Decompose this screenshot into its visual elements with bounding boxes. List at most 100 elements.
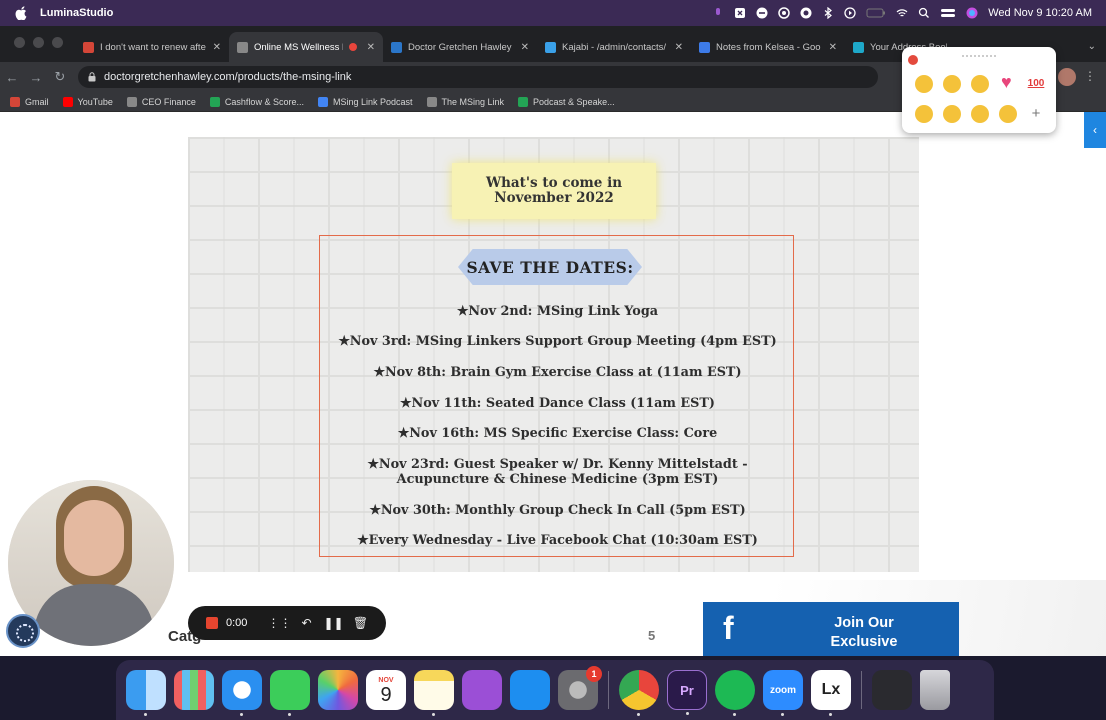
menu-bar: LuminaStudio Wed Nov 9 10:20 AM [0,0,1106,26]
thumbs-up-emoji-icon[interactable] [943,75,961,93]
undo-icon[interactable]: ↶ [293,616,320,630]
bookmark-msing-link[interactable]: The MSing Link [426,96,504,107]
bluetooth-icon[interactable] [822,7,834,19]
notes-app-icon[interactable] [414,670,454,716]
lock-icon[interactable] [88,72,96,82]
trash-icon[interactable]: 🗑 [347,616,374,630]
url-text[interactable]: doctorgretchenhawley.com/products/the-ms… [104,71,351,83]
finder-app-icon[interactable] [126,670,166,716]
bookmark-ceo-finance[interactable]: CEO Finance [126,96,196,107]
pause-icon[interactable]: ❚❚ [320,616,347,630]
close-tab-icon[interactable]: ✕ [521,42,529,53]
bookmark-cashflow[interactable]: Cashflow & Score... [209,96,304,107]
browser-tab[interactable]: Doctor Gretchen Hawley ✕ [383,32,537,62]
safari-app-icon[interactable] [222,670,262,716]
photos-app-icon[interactable] [318,670,358,710]
profile-avatar[interactable] [1058,68,1076,86]
save-dates-banner: SAVE THE DATES: [458,249,642,285]
lx-app-icon[interactable]: Lx [811,670,851,716]
spotify-app-icon[interactable] [715,670,755,716]
reload-icon[interactable]: ↻ [48,69,72,85]
dates-frame: SAVE THE DATES: ★Nov 2nd: MSing Link Yog… [319,235,794,557]
party-emoji-icon[interactable] [971,105,989,123]
messages-app-icon[interactable] [270,670,310,716]
browser-tab[interactable]: Kajabi - /admin/contacts/ ✕ [537,32,691,62]
browser-tab-active[interactable]: Online MS Wellness F ✕ [229,32,383,62]
clap-emoji-icon[interactable] [915,75,933,93]
add-reaction-icon[interactable]: + [1027,105,1045,123]
close-tab-icon[interactable]: ✕ [675,42,683,53]
grid-icon[interactable]: ⋮⋮ [266,616,293,630]
address-bar[interactable]: doctorgretchenhawley.com/products/the-ms… [78,66,878,88]
podcasts-app-icon[interactable] [462,670,502,710]
wifi-icon[interactable] [896,7,908,19]
back-arrow-icon[interactable]: ← [0,70,24,85]
close-tab-icon[interactable]: ✕ [213,42,221,53]
forward-arrow-icon[interactable]: → [24,70,48,85]
apple-menu-icon[interactable] [14,6,28,20]
launchpad-app-icon[interactable] [174,670,214,710]
system-preferences-app-icon[interactable]: 1 [558,666,602,710]
laughing-emoji-icon[interactable] [915,105,933,123]
play-circle-icon[interactable] [844,7,856,19]
active-app-name[interactable]: LuminaStudio [40,7,113,19]
more-menu-icon[interactable]: ⋮ [1084,69,1096,83]
zoom-app-icon[interactable]: zoom [763,670,803,716]
smile-emoji-icon[interactable] [999,105,1017,123]
tab-title: Kajabi - /admin/contacts/ [562,41,667,53]
bookmark-gmail[interactable]: Gmail [10,96,49,107]
stop-recording-button[interactable] [206,617,218,629]
microphone-icon[interactable] [712,7,724,19]
bookmark-youtube[interactable]: YouTube [62,96,113,107]
camera-effects-button[interactable] [6,614,40,648]
event-item: ★Nov 8th: Brain Gym Exercise Class at (1… [373,364,742,380]
battery-icon[interactable] [866,7,886,19]
bookmark-label: YouTube [77,96,113,107]
heart-eyes-emoji-icon[interactable] [943,105,961,123]
tab-title: Doctor Gretchen Hawley [408,41,512,53]
premiere-pro-app-icon[interactable]: Pr [667,670,707,715]
join-facebook-button[interactable]: f Join Our Exclusive [703,602,959,656]
side-panel-toggle[interactable]: ‹ [1084,112,1106,148]
drive-icon [317,96,328,107]
close-reactions-button[interactable] [908,55,918,65]
spotlight-search-icon[interactable] [918,7,930,19]
google-drive-icon[interactable] [800,7,812,19]
browser-tab[interactable]: Notes from Kelsea - Goo ✕ [691,32,845,62]
close-tab-icon[interactable]: ✕ [829,42,837,53]
chrome-app-icon[interactable] [619,670,659,716]
ok-hand-emoji-icon[interactable] [971,75,989,93]
drag-handle[interactable] [962,55,996,58]
minimize-window-button[interactable] [33,37,44,48]
zoom-window-button[interactable] [52,37,63,48]
tab-search-chevron-icon[interactable]: ⌄ [1088,41,1096,52]
hundred-emoji-icon[interactable]: 100 [1027,75,1045,93]
close-window-button[interactable] [14,37,25,48]
app-store-app-icon[interactable] [510,670,550,710]
heart-emoji-icon[interactable] [999,72,1017,93]
menubar-clock[interactable]: Wed Nov 9 10:20 AM [988,7,1092,19]
bookmark-podcast[interactable]: MSing Link Podcast [317,96,413,107]
reactions-popup: 100 + [902,47,1056,133]
facebook-button-label: Join Our Exclusive [830,615,898,650]
trash-app-icon[interactable] [920,670,950,710]
bookmark-label: CEO Finance [141,96,196,107]
event-flyer-image: What's to come in November 2022 SAVE THE… [188,137,919,572]
calendar-app-icon[interactable]: NOV 9 [366,670,406,710]
event-item: ★Nov 16th: MS Specific Exercise Class: C… [397,426,718,442]
creative-cloud-icon[interactable] [778,7,790,19]
bookmark-podcast-speaker[interactable]: Podcast & Speake... [518,96,615,107]
browser-tab[interactable]: I don't want to renew afte ✕ [75,32,229,62]
siri-icon[interactable] [966,7,978,19]
screen-record-icon[interactable] [734,7,746,19]
recording-indicator-icon [348,43,357,51]
event-item: ★Nov 30th: Monthly Group Check In Call (… [369,502,746,518]
minus-circle-icon[interactable] [756,7,768,19]
close-tab-icon[interactable]: ✕ [367,42,375,53]
minimized-window-icon[interactable] [872,670,912,710]
privacy-favicon-icon [853,41,864,53]
notification-badge: 1 [586,666,602,682]
lx-label: Lx [821,681,841,698]
sheets-icon [209,96,220,107]
control-center-icon[interactable] [940,7,956,19]
